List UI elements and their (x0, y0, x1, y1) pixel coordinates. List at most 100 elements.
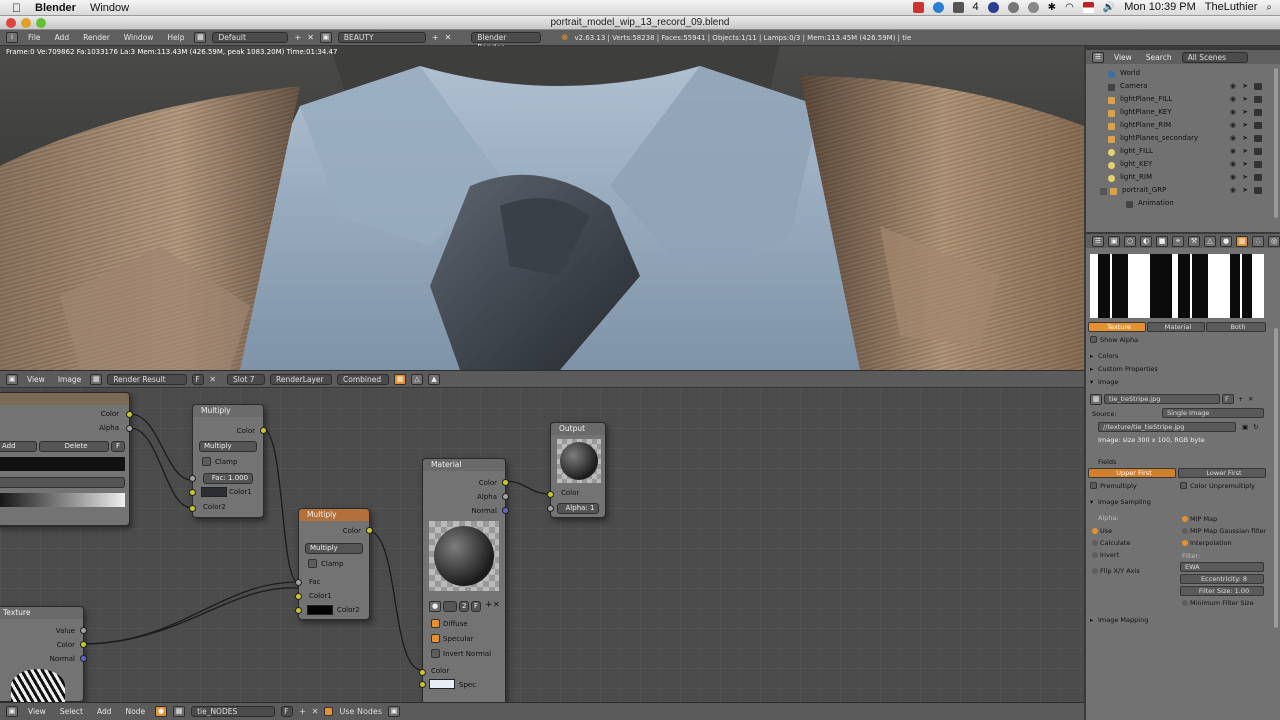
renderable-camera-icon[interactable] (1254, 174, 1262, 181)
selectable-arrow-icon[interactable]: ➤ (1242, 95, 1248, 103)
shader-nodes-icon[interactable]: ● (155, 706, 168, 717)
image-add-icon[interactable]: + (1238, 395, 1243, 403)
menu-view[interactable]: View (23, 375, 49, 384)
multiply1-clamp-checkbox[interactable] (202, 457, 211, 466)
selectable-arrow-icon[interactable]: ➤ (1242, 121, 1248, 129)
multiply-node-2-header[interactable]: Multiply (299, 509, 369, 521)
material-add-icon[interactable]: + (485, 600, 493, 610)
renderable-camera-icon[interactable] (1254, 187, 1262, 194)
filter-selector[interactable]: EWA (1180, 562, 1264, 572)
use-nodes-checkbox[interactable] (324, 707, 334, 716)
apple-icon[interactable]:  (12, 1, 21, 15)
mip-gauss-checkbox[interactable] (1182, 528, 1188, 534)
tray-counter[interactable]: 4 (973, 1, 979, 13)
lower-first-toggle[interactable]: Lower First (1178, 468, 1266, 478)
custom-properties-section-header[interactable]: Custom Properties (1098, 365, 1158, 373)
time-machine-icon[interactable] (1027, 1, 1039, 13)
image-browse-icon[interactable]: ▦ (1090, 394, 1102, 405)
menu-help[interactable]: Help (163, 33, 188, 42)
scene-icon[interactable]: ▣ (319, 32, 332, 43)
visibility-eye-icon[interactable]: ◉ (1230, 173, 1236, 181)
clock[interactable]: Mon 10:39 PM (1124, 1, 1196, 13)
layout-grid-icon[interactable]: ▦ (194, 32, 207, 43)
remove-scene-icon[interactable]: ✕ (445, 33, 452, 42)
renderable-camera-icon[interactable] (1254, 96, 1262, 103)
material-color-out-socket[interactable] (502, 479, 509, 486)
remove-layout-icon[interactable]: ✕ (307, 33, 314, 42)
remove-node-tree-icon[interactable]: ✕ (312, 707, 319, 716)
render-layer-selector[interactable]: RenderLayer (270, 373, 333, 385)
node-menu-view[interactable]: View (24, 707, 50, 716)
renderable-camera-icon[interactable] (1254, 161, 1262, 168)
output-node[interactable]: Output Color Alpha: 1 (547, 422, 606, 518)
colorramp-node[interactable]: Color Alpha Add Delete F (0, 392, 133, 526)
material-normal-out-socket[interactable] (502, 507, 509, 514)
source-selector[interactable]: Single Image (1162, 408, 1264, 418)
properties-editor-icon[interactable]: ☰ (1092, 235, 1104, 247)
material-name-field[interactable] (443, 601, 457, 612)
menu-window[interactable]: Window (120, 33, 158, 42)
premultiply-checkbox[interactable] (1090, 482, 1097, 489)
calculate-alpha-checkbox[interactable] (1092, 540, 1098, 546)
texture-node-header[interactable]: Texture (0, 607, 83, 619)
node-tree-selector[interactable]: tie_NODES (191, 706, 276, 717)
wifi-icon[interactable]: ◠ (1065, 2, 1074, 13)
outliner-item-lightplanes-secondary[interactable]: lightPlanes_secondary ◉ ➤ (1086, 133, 1266, 146)
node-menu-add[interactable]: Add (93, 707, 116, 716)
dropbox-icon[interactable] (952, 1, 964, 13)
image-sampling-section-header[interactable]: Image Sampling (1098, 498, 1151, 506)
visibility-eye-icon[interactable]: ◉ (1230, 82, 1236, 90)
add-node-tree-icon[interactable]: + (299, 707, 306, 716)
modifiers-tab-icon[interactable]: ⚒ (1188, 235, 1200, 247)
multiply-node-1-header[interactable]: Multiply (193, 405, 263, 417)
image-sampling-arrow-icon[interactable]: ▾ (1090, 498, 1093, 506)
object-tab-icon[interactable]: ■ (1156, 235, 1168, 247)
add-scene-icon[interactable]: + (432, 33, 439, 42)
image-section-header[interactable]: Image (1098, 378, 1118, 386)
close-window-button[interactable] (6, 18, 16, 28)
particles-tab-icon[interactable]: ∴ (1252, 235, 1264, 247)
outliner-item-light-key[interactable]: light_KEY ◉ ➤ (1086, 159, 1266, 172)
outliner-item-portrait-grp[interactable]: portrait_GRP ◉ ➤ (1086, 185, 1266, 198)
visibility-eye-icon[interactable]: ◉ (1230, 95, 1236, 103)
menu-add[interactable]: Add (51, 33, 74, 42)
world-tab-icon[interactable]: ◐ (1140, 235, 1152, 247)
flip-xy-checkbox[interactable] (1092, 568, 1098, 574)
display-channels-icon[interactable]: ▦ (394, 373, 407, 385)
ramp-interpolation-selector[interactable] (0, 477, 125, 488)
texture-node[interactable]: Texture Value Color Normal (0, 606, 87, 702)
colors-section-arrow-icon[interactable]: ▸ (1090, 352, 1093, 360)
layout-selector[interactable]: Default (212, 32, 289, 43)
material-spec-in-socket[interactable] (419, 681, 426, 688)
colorramp-node-header[interactable] (0, 393, 129, 405)
material-spec-swatch[interactable] (429, 679, 455, 689)
preview-both-tab[interactable]: Both (1206, 322, 1266, 332)
scene-tab-icon[interactable]: ○ (1124, 235, 1136, 247)
ramp-gradient-bar[interactable] (0, 493, 125, 507)
image-mapping-section-header[interactable]: Image Mapping (1098, 616, 1148, 624)
outliner-item-lightplane-key[interactable]: lightPlane_KEY ◉ ➤ (1086, 107, 1266, 120)
close-image-icon[interactable]: ✕ (209, 375, 216, 384)
outliner-filter-selector[interactable]: All Scenes (1181, 51, 1248, 63)
image-section-arrow-icon[interactable]: ▾ (1090, 378, 1093, 386)
multiply1-fac-field[interactable]: Fac: 1.000 (203, 473, 253, 484)
filter-size-field[interactable]: Filter Size: 1.00 (1180, 586, 1264, 596)
menu-file[interactable]: File (24, 33, 45, 42)
render-engine-selector[interactable]: Blender Render (471, 32, 542, 52)
record-icon[interactable] (912, 1, 924, 13)
renderable-camera-icon[interactable] (1254, 109, 1262, 116)
multiply2-fac-socket[interactable] (295, 579, 302, 586)
visibility-eye-icon[interactable]: ◉ (1230, 134, 1236, 142)
selectable-arrow-icon[interactable]: ➤ (1242, 186, 1248, 194)
color-unpremultiply-checkbox[interactable] (1180, 482, 1187, 489)
ramp-alpha-socket[interactable] (126, 425, 133, 432)
outliner-scrollbar[interactable] (1274, 68, 1278, 218)
minimize-window-button[interactable] (21, 18, 31, 28)
multiply-node-1[interactable]: Multiply Color Multiply Clamp Fac: 1.000… (189, 404, 267, 518)
sync-icon[interactable] (1007, 1, 1019, 13)
multiply-node-2[interactable]: Multiply Color Multiply Clamp Fac Color1… (295, 508, 373, 620)
visibility-eye-icon[interactable]: ◉ (1230, 121, 1236, 129)
multiply1-color1-swatch[interactable] (201, 487, 227, 497)
material-alpha-out-socket[interactable] (502, 493, 509, 500)
selectable-arrow-icon[interactable]: ➤ (1242, 82, 1248, 90)
